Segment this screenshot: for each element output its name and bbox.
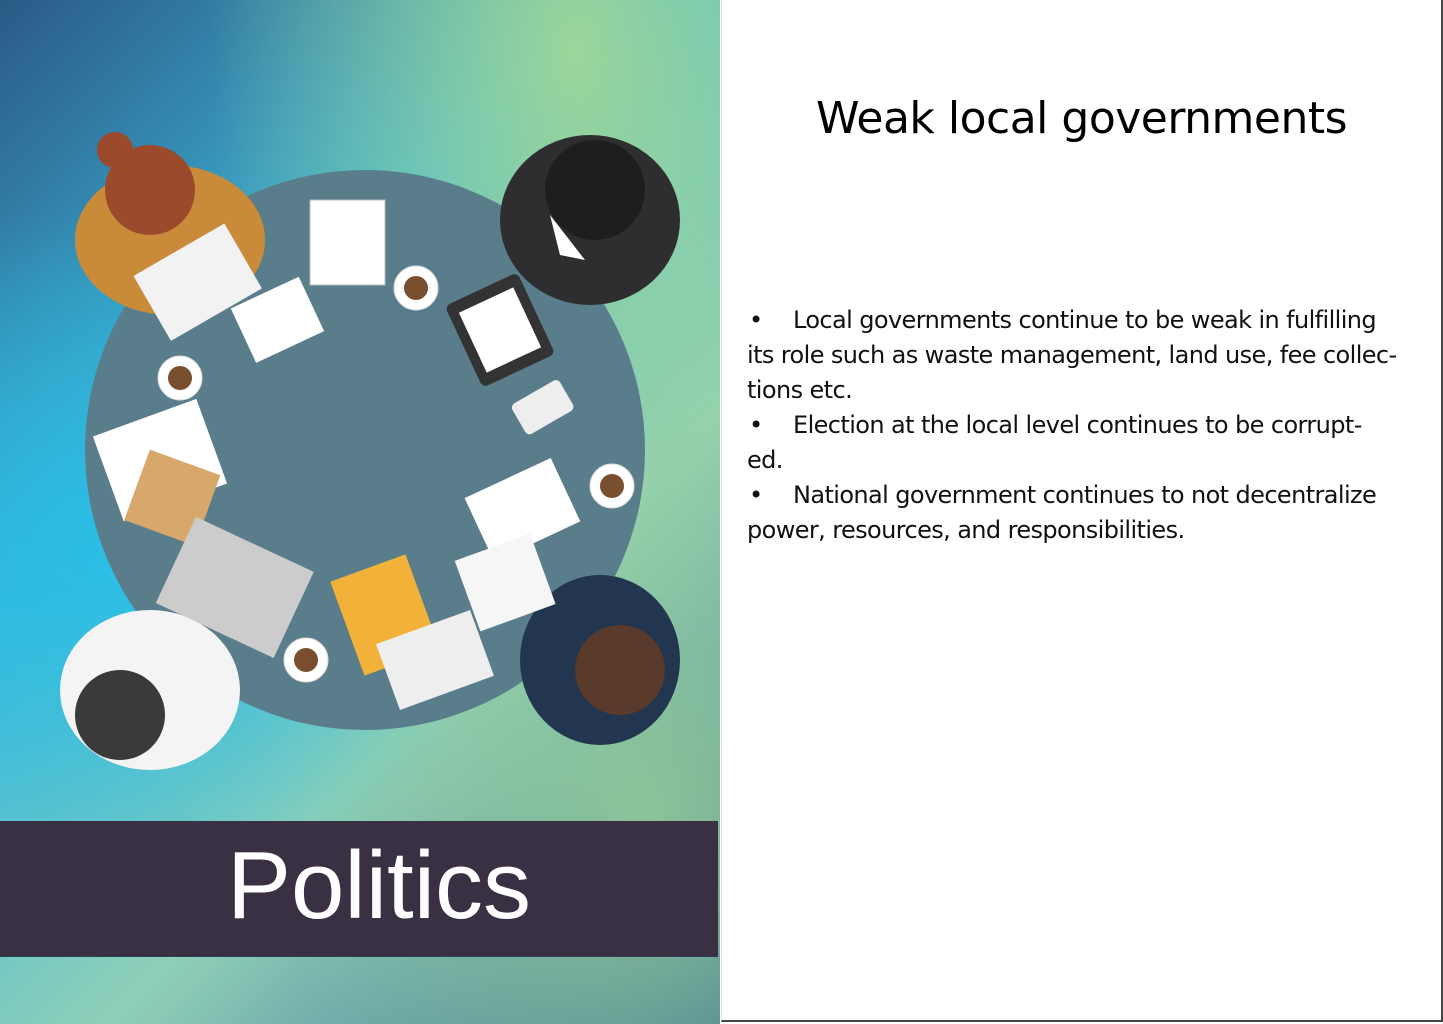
bullet-text: ed. [747, 446, 783, 474]
bullet-text: National government continues to not dec… [793, 481, 1377, 509]
bullet-item: • Local governments continue to be weak i… [747, 303, 1437, 408]
cover-panel: Politics [0, 0, 720, 1024]
bullet-text: power, resources, and responsibilities. [747, 516, 1185, 544]
meeting-illustration [60, 132, 680, 770]
clipboard [309, 199, 386, 286]
bullet-text: Election at the local level continues to… [793, 411, 1362, 439]
person-top-right [500, 135, 680, 305]
bullet-item: • Election at the local level continues t… [747, 408, 1437, 478]
bullet-text: Local governments continue to be weak in… [793, 306, 1377, 334]
person-bottom-left [60, 610, 240, 770]
bullet-list: • Local governments continue to be weak i… [747, 303, 1437, 548]
title-banner: Politics [0, 821, 718, 957]
content-panel: Weak local governments • Local government… [721, 0, 1443, 1022]
bullet-marker: • [749, 481, 763, 509]
bullet-item: • National government continues to not de… [747, 478, 1437, 548]
bullet-text: its role such as waste management, land … [747, 341, 1397, 369]
page-title: Weak local governments [815, 93, 1348, 144]
bullet-marker: • [749, 306, 763, 334]
banner-title: Politics [226, 832, 532, 939]
bullet-marker: • [749, 411, 763, 439]
bullet-text: tions etc. [747, 376, 853, 404]
